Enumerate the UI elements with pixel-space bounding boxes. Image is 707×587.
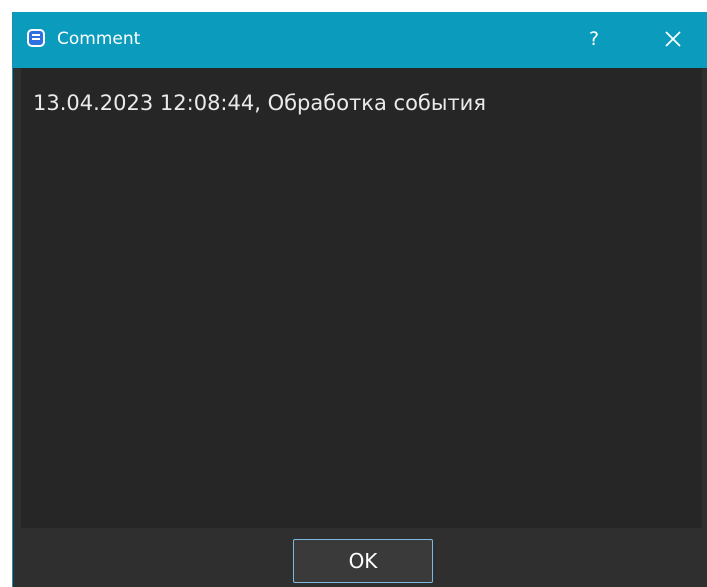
close-button[interactable] [657,24,689,54]
comment-app-icon [27,29,45,47]
comment-text-area[interactable]: 13.04.2023 12:08:44, Обработка события [21,68,702,528]
comment-dialog: Comment ? 13.04.2023 12:08:44, Обработка… [12,12,707,587]
help-button[interactable]: ? [579,24,609,54]
window-title: Comment [57,29,141,49]
ok-button[interactable]: OK [293,539,433,583]
comment-text: 13.04.2023 12:08:44, Обработка события [33,91,486,115]
close-icon [665,31,681,47]
title-bar[interactable]: Comment ? [13,12,707,68]
